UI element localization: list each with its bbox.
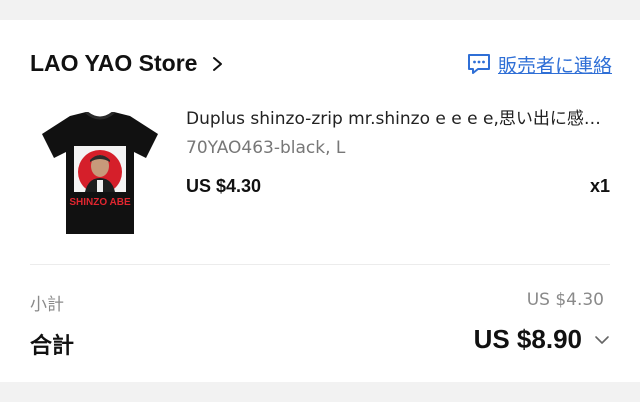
product-variant: 70YAO463-black, L <box>186 138 346 158</box>
product-price: US $4.30 <box>186 176 262 196</box>
section-divider <box>30 264 610 265</box>
product-quantity: x1 <box>589 176 610 196</box>
bottom-background-strip <box>0 382 640 402</box>
contact-seller-label: 販売者に連絡 <box>497 54 612 77</box>
product-title[interactable]: Duplus shinzo-zrip mr.shinzo e e e e,思い出… <box>186 104 606 129</box>
order-store-card: LAO YAO Store 販売者に連絡 SHINZO ABE Duplus s… <box>0 20 640 382</box>
store-header: LAO YAO Store 販売者に連絡 <box>30 48 612 80</box>
chat-message-icon <box>467 54 490 74</box>
top-background-strip <box>0 0 640 20</box>
store-name-link[interactable]: LAO YAO Store <box>30 50 197 77</box>
tshirt-product-image[interactable]: SHINZO ABE <box>40 112 160 236</box>
chevron-down-icon[interactable] <box>594 333 610 347</box>
chevron-right-icon[interactable] <box>210 56 226 72</box>
total-label: 合計 <box>30 334 75 359</box>
subtotal-value: US $4.30 <box>526 290 604 310</box>
svg-text:SHINZO ABE: SHINZO ABE <box>69 197 131 208</box>
contact-seller-button[interactable]: 販売者に連絡 <box>466 48 612 80</box>
subtotal-label: 小計 <box>30 295 64 315</box>
total-value[interactable]: US $8.90 <box>474 324 582 355</box>
